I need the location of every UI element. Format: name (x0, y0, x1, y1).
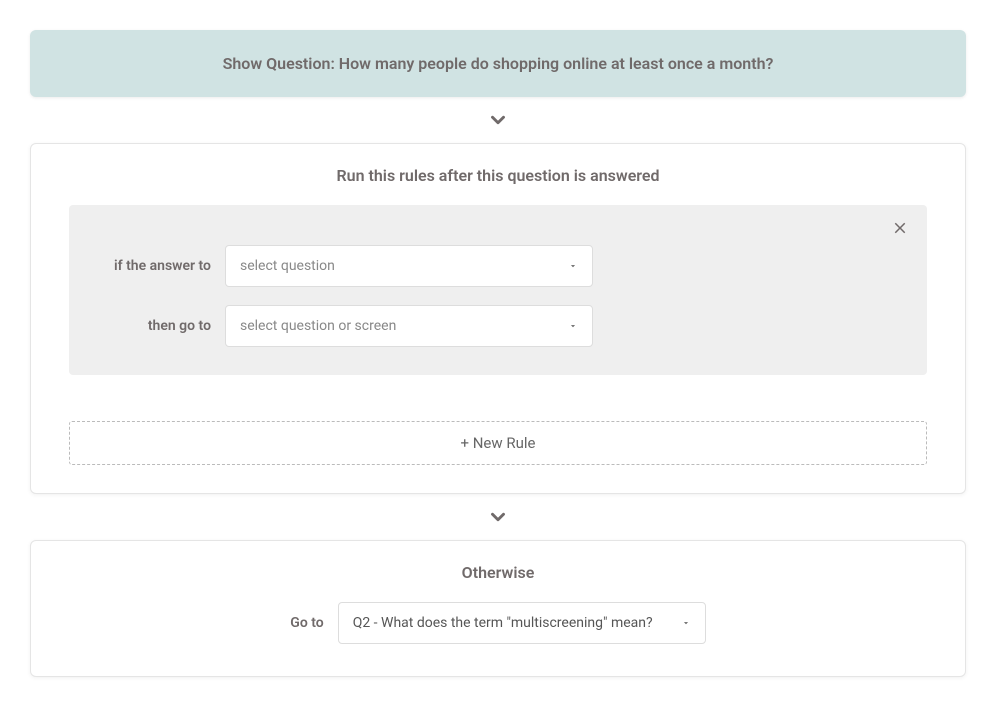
otherwise-card: Otherwise Go to Q2 - What does the term … (30, 540, 966, 677)
chevron-down-icon (487, 506, 509, 528)
close-icon[interactable] (891, 219, 909, 237)
chevron-down-icon (487, 109, 509, 131)
chevron-down-icon (681, 618, 691, 628)
question-banner-text: Show Question: How many people do shoppi… (223, 54, 774, 73)
rule-box: if the answer to select question then go… (69, 205, 927, 375)
chevron-down-icon (568, 261, 578, 271)
otherwise-title: Otherwise (69, 563, 927, 582)
connector-2 (30, 494, 966, 540)
rules-card-title: Run this rules after this question is an… (69, 166, 927, 185)
then-label: then go to (136, 318, 211, 334)
then-goto-select-value: select question or screen (240, 318, 396, 334)
add-new-rule-label: + New Rule (461, 434, 536, 452)
if-label: if the answer to (101, 258, 211, 274)
then-goto-select[interactable]: select question or screen (225, 305, 593, 347)
connector-1 (30, 97, 966, 143)
otherwise-row: Go to Q2 - What does the term "multiscre… (69, 602, 927, 644)
otherwise-goto-value: Q2 - What does the term "multiscreening"… (353, 615, 653, 631)
if-answer-select-value: select question (240, 258, 335, 274)
chevron-down-icon (568, 321, 578, 331)
if-answer-select[interactable]: select question (225, 245, 593, 287)
rule-row-then: then go to select question or screen (101, 305, 895, 347)
otherwise-goto-select[interactable]: Q2 - What does the term "multiscreening"… (338, 602, 706, 644)
question-banner: Show Question: How many people do shoppi… (30, 30, 966, 97)
add-new-rule-button[interactable]: + New Rule (69, 421, 927, 465)
rule-row-if: if the answer to select question (101, 245, 895, 287)
goto-label: Go to (290, 615, 323, 631)
rules-card: Run this rules after this question is an… (30, 143, 966, 494)
